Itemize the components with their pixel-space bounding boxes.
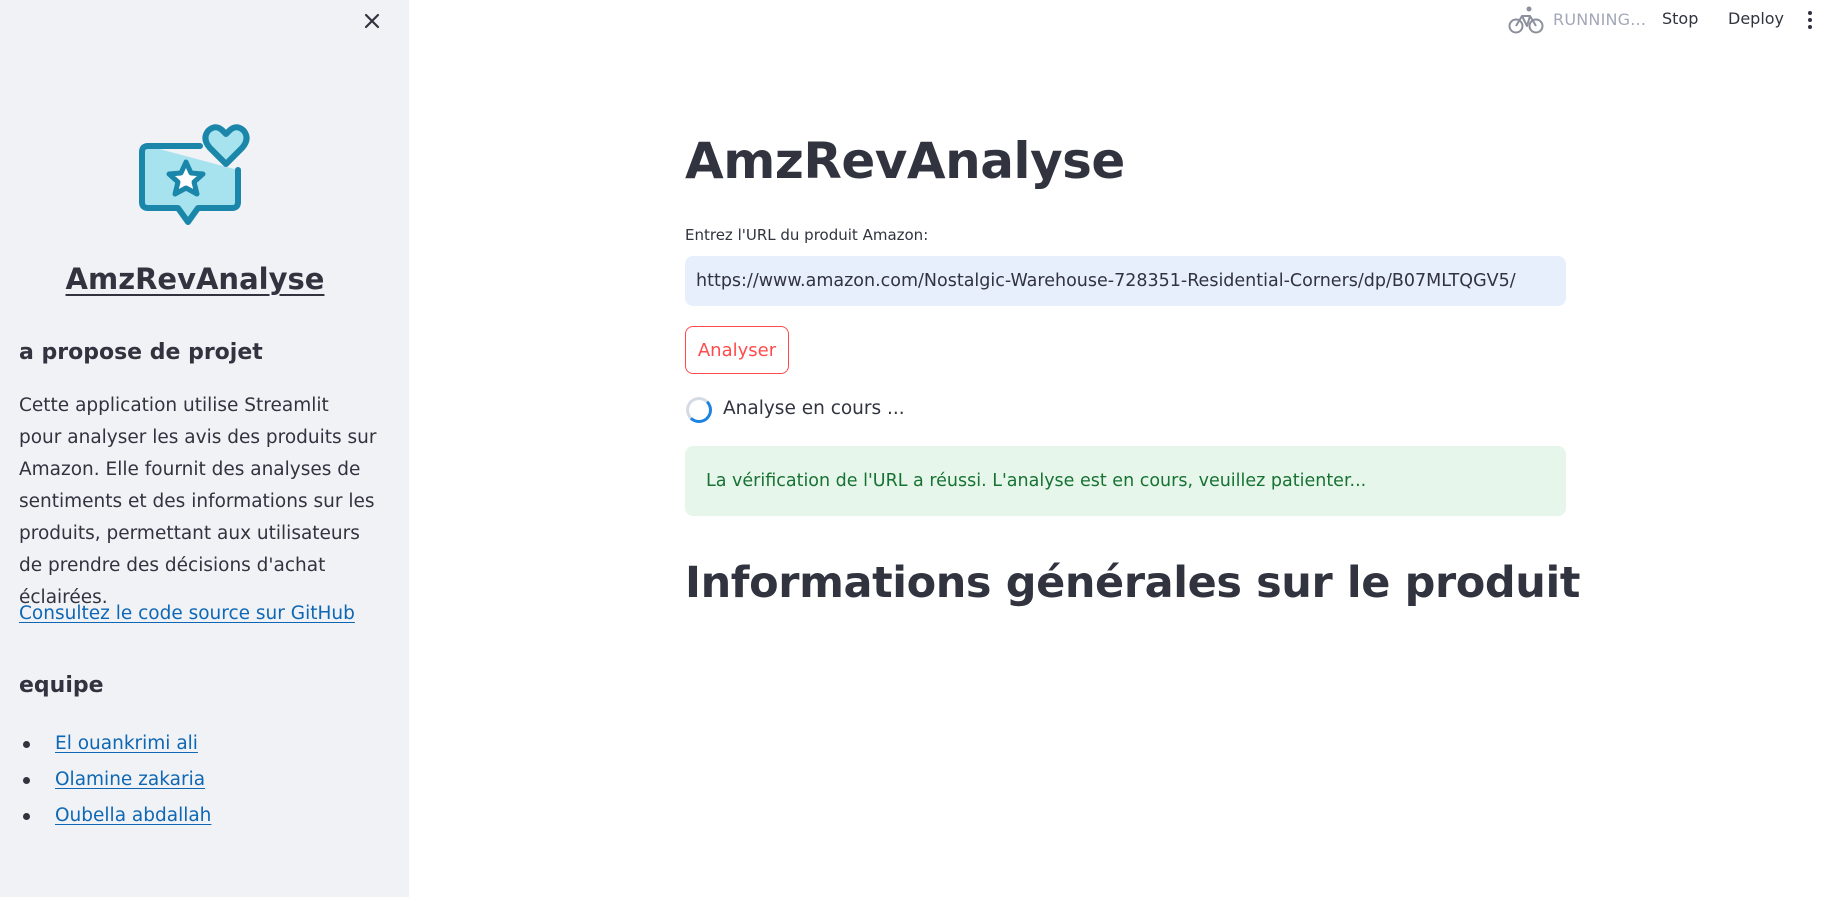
bicycle-icon: [1508, 5, 1544, 35]
page-title: AmzRevAnalyse: [685, 132, 1125, 190]
stop-button[interactable]: Stop: [1662, 9, 1698, 28]
github-link[interactable]: Consultez le code source sur GitHub: [19, 603, 355, 624]
success-alert: La vérification de l'URL a réussi. L'ana…: [685, 446, 1566, 516]
list-item: Oubella abdallah: [19, 798, 211, 834]
more-vert-icon[interactable]: [1806, 10, 1814, 32]
section-heading: Informations générales sur le produit: [685, 558, 1580, 608]
team-member-link[interactable]: Oubella abdallah: [55, 805, 211, 826]
running-status: RUNNING...: [1553, 10, 1647, 29]
team-member-link[interactable]: Olamine zakaria: [55, 769, 205, 790]
team-list: El ouankrimi ali Olamine zakaria Oubella…: [19, 726, 211, 834]
sidebar-app-title[interactable]: AmzRevAnalyse: [0, 262, 390, 296]
team-member-link[interactable]: El ouankrimi ali: [55, 733, 198, 754]
loading-spinner-icon: [686, 397, 712, 423]
chat-star-heart-icon: [138, 124, 254, 228]
url-input[interactable]: [685, 256, 1566, 306]
team-heading: equipe: [19, 673, 104, 698]
close-icon[interactable]: [361, 10, 383, 32]
analyse-button[interactable]: Analyser: [685, 326, 789, 374]
list-item: Olamine zakaria: [19, 762, 211, 798]
sidebar: AmzRevAnalyse a propose de projet Cette …: [0, 0, 409, 897]
about-heading: a propose de projet: [19, 340, 263, 365]
about-text: Cette application utilise Streamlit pour…: [19, 395, 377, 608]
url-label: Entrez l'URL du produit Amazon:: [685, 226, 929, 244]
list-item: El ouankrimi ali: [19, 726, 211, 762]
deploy-button[interactable]: Deploy: [1728, 9, 1784, 28]
spinner-text: Analyse en cours ...: [723, 398, 905, 419]
